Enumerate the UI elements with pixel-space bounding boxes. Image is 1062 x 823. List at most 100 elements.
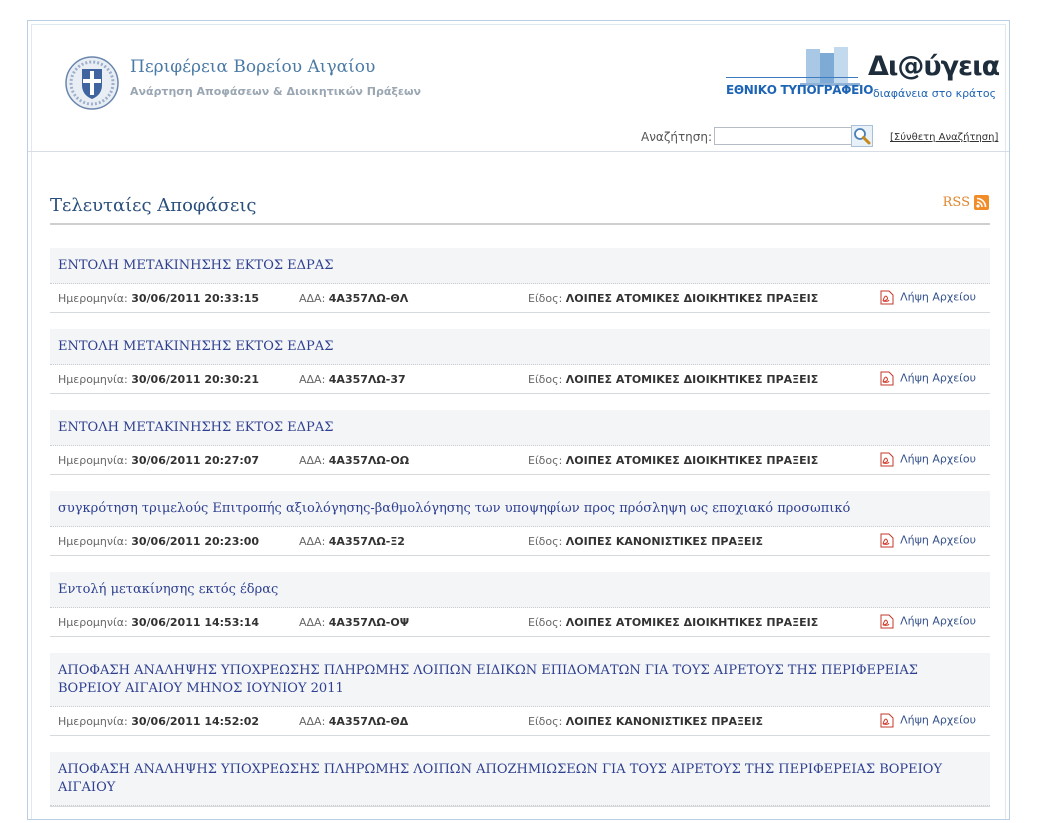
- site-header: Περιφέρεια Βορείου Αιγαίου Ανάρτηση Αποφ…: [28, 21, 1009, 152]
- decision-date: Ημερομηνία: 30/06/2011 20:27:07: [58, 454, 259, 467]
- download-file-link[interactable]: Λήψη Αρχείου: [880, 290, 976, 305]
- type-label: Είδος:: [528, 715, 563, 728]
- page-frame: Περιφέρεια Βορείου Αιγαίου Ανάρτηση Αποφ…: [27, 20, 1010, 820]
- rss-icon: [974, 195, 989, 210]
- ada-value: 4Α357ΛΩ-ΘΔ: [328, 715, 409, 728]
- decision-title-link[interactable]: ΕΝΤΟΛΗ ΜΕΤΑΚΙΝΗΣΗΣ ΕΚΤΟΣ ΕΔΡΑΣ: [50, 329, 990, 365]
- decision-title-link[interactable]: ΕΝΤΟΛΗ ΜΕΤΑΚΙΝΗΣΗΣ ΕΚΤΟΣ ΕΔΡΑΣ: [50, 248, 990, 284]
- national-printing-office-label: ΕΘΝΙΚΟ ΤΥΠΟΓΡΑΦΕΙΟ: [726, 83, 874, 97]
- type-value: ΛΟΙΠΕΣ ΑΤΟΜΙΚΕΣ ΔΙΟΙΚΗΤΙΚΕΣ ΠΡΑΞΕΙΣ: [565, 616, 819, 629]
- ada-value: 4Α357ΛΩ-37: [328, 373, 406, 386]
- decision-ada: ΑΔΑ: 4Α357ΛΩ-ΟΩ: [299, 454, 409, 467]
- date-value: 30/06/2011 20:23:00: [131, 535, 260, 548]
- decision-ada: ΑΔΑ: 4Α357ΛΩ-ΘΔ: [299, 715, 408, 728]
- decision-ada: ΑΔΑ: 4Α357ΛΩ-Ξ2: [299, 535, 405, 548]
- decision-item: ΕΝΤΟΛΗ ΜΕΤΑΚΙΝΗΣΗΣ ΕΚΤΟΣ ΕΔΡΑΣ Ημερομηνί…: [50, 248, 990, 313]
- ada-value: 4Α357ΛΩ-Ξ2: [328, 535, 405, 548]
- decision-ada: ΑΔΑ: 4Α357ΛΩ-ΘΛ: [299, 292, 408, 305]
- download-label: Λήψη Αρχείου: [900, 290, 976, 304]
- decision-item: ΑΠΟΦΑΣΗ ΑΝΑΛΗΨΗΣ ΥΠΟΧΡΕΩΣΗΣ ΠΛΗΡΩΜΗΣ ΛΟΙ…: [50, 752, 990, 807]
- search-input[interactable]: [714, 127, 856, 145]
- decision-date: Ημερομηνία: 30/06/2011 14:53:14: [58, 616, 259, 629]
- download-file-link[interactable]: Λήψη Αρχείου: [880, 614, 976, 629]
- type-label: Είδος:: [528, 454, 563, 467]
- rss-link[interactable]: RSS: [943, 195, 989, 210]
- decision-type: Είδος: ΛΟΙΠΕΣ ΑΤΟΜΙΚΕΣ ΔΙΟΙΚΗΤΙΚΕΣ ΠΡΑΞΕ…: [528, 373, 818, 386]
- download-label: Λήψη Αρχείου: [900, 452, 976, 466]
- ada-label: ΑΔΑ:: [299, 715, 326, 728]
- download-label: Λήψη Αρχείου: [900, 713, 976, 727]
- decision-item: Εντολή μετακίνησης εκτός έδρας Ημερομηνί…: [50, 572, 990, 637]
- date-label: Ημερομηνία:: [58, 373, 128, 386]
- ada-value: 4Α357ΛΩ-ΟΩ: [328, 454, 410, 467]
- pdf-icon: [880, 533, 894, 548]
- date-value: 30/06/2011 20:30:21: [131, 373, 260, 386]
- diavgeia-tagline: διαφάνεια στο κράτος: [873, 87, 997, 100]
- pdf-icon: [880, 371, 894, 386]
- ada-label: ΑΔΑ:: [299, 535, 326, 548]
- diavgeia-wordmark: Δι@ύγεια: [868, 51, 1000, 82]
- ada-value: 4Α357ΛΩ-ΟΨ: [328, 616, 410, 629]
- books-logo-icon: [800, 47, 860, 86]
- decision-type: Είδος: ΛΟΙΠΕΣ ΚΑΝΟΝΙΣΤΙΚΕΣ ΠΡΑΞΕΙΣ: [528, 535, 763, 548]
- decision-type: Είδος: ΛΟΙΠΕΣ ΑΤΟΜΙΚΕΣ ΔΙΟΙΚΗΤΙΚΕΣ ΠΡΑΞΕ…: [528, 616, 818, 629]
- pdf-icon: [880, 290, 894, 305]
- search-button[interactable]: [851, 125, 873, 147]
- decision-ada: ΑΔΑ: 4Α357ΛΩ-ΟΨ: [299, 616, 409, 629]
- decision-item: ΕΝΤΟΛΗ ΜΕΤΑΚΙΝΗΣΗΣ ΕΚΤΟΣ ΕΔΡΑΣ Ημερομηνί…: [50, 329, 990, 394]
- pdf-icon: [880, 452, 894, 467]
- decision-type: Είδος: ΛΟΙΠΕΣ ΑΤΟΜΙΚΕΣ ΔΙΟΙΚΗΤΙΚΕΣ ΠΡΑΞΕ…: [528, 292, 818, 305]
- decision-type: Είδος: ΛΟΙΠΕΣ ΑΤΟΜΙΚΕΣ ΔΙΟΙΚΗΤΙΚΕΣ ΠΡΑΞΕ…: [528, 454, 818, 467]
- decision-title-link[interactable]: ΑΠΟΦΑΣΗ ΑΝΑΛΗΨΗΣ ΥΠΟΧΡΕΩΣΗΣ ΠΛΗΡΩΜΗΣ ΛΟΙ…: [50, 653, 990, 707]
- type-value: ΛΟΙΠΕΣ ΑΤΟΜΙΚΕΣ ΔΙΟΙΚΗΤΙΚΕΣ ΠΡΑΞΕΙΣ: [565, 292, 819, 305]
- coat-of-arms-icon: [65, 56, 119, 110]
- search-label: Αναζήτηση:: [641, 130, 713, 144]
- decision-meta: Ημερομηνία: 30/06/2011 14:52:02 ΑΔΑ: 4Α3…: [50, 707, 990, 735]
- decision-meta: Ημερομηνία: 30/06/2011 20:23:00 ΑΔΑ: 4Α3…: [50, 527, 990, 555]
- decision-date: Ημερομηνία: 30/06/2011 14:52:02: [58, 715, 259, 728]
- date-value: 30/06/2011 14:52:02: [131, 715, 260, 728]
- decision-item: συγκρότηση τριμελούς Επιτροπής αξιολόγησ…: [50, 491, 990, 556]
- decision-type: Είδος: ΛΟΙΠΕΣ ΚΑΝΟΝΙΣΤΙΚΕΣ ΠΡΑΞΕΙΣ: [528, 715, 763, 728]
- site-title: Περιφέρεια Βορείου Αιγαίου: [130, 57, 376, 77]
- download-file-link[interactable]: Λήψη Αρχείου: [880, 452, 976, 467]
- decision-item: ΕΝΤΟΛΗ ΜΕΤΑΚΙΝΗΣΗΣ ΕΚΤΟΣ ΕΔΡΑΣ Ημερομηνί…: [50, 410, 990, 475]
- type-value: ΛΟΙΠΕΣ ΑΤΟΜΙΚΕΣ ΔΙΟΙΚΗΤΙΚΕΣ ΠΡΑΞΕΙΣ: [565, 454, 819, 467]
- date-value: 30/06/2011 20:33:15: [131, 292, 260, 305]
- type-label: Είδος:: [528, 616, 563, 629]
- logo-divider-line: [726, 77, 858, 78]
- decision-title-link[interactable]: συγκρότηση τριμελούς Επιτροπής αξιολόγησ…: [50, 491, 990, 527]
- ada-label: ΑΔΑ:: [299, 616, 326, 629]
- ada-label: ΑΔΑ:: [299, 454, 326, 467]
- date-label: Ημερομηνία:: [58, 454, 128, 467]
- decision-title-link[interactable]: ΑΠΟΦΑΣΗ ΑΝΑΛΗΨΗΣ ΥΠΟΧΡΕΩΣΗΣ ΠΛΗΡΩΜΗΣ ΛΟΙ…: [50, 752, 990, 806]
- download-file-link[interactable]: Λήψη Αρχείου: [880, 713, 976, 728]
- decision-title-link[interactable]: ΕΝΤΟΛΗ ΜΕΤΑΚΙΝΗΣΗΣ ΕΚΤΟΣ ΕΔΡΑΣ: [50, 410, 990, 446]
- decision-list: ΕΝΤΟΛΗ ΜΕΤΑΚΙΝΗΣΗΣ ΕΚΤΟΣ ΕΔΡΑΣ Ημερομηνί…: [50, 248, 990, 823]
- section-title: Τελευταίες Αποφάσεις: [50, 195, 257, 216]
- site-subtitle: Ανάρτηση Αποφάσεων & Διοικητικών Πράξεων: [130, 85, 422, 98]
- date-label: Ημερομηνία:: [58, 292, 128, 305]
- date-label: Ημερομηνία:: [58, 715, 128, 728]
- decision-ada: ΑΔΑ: 4Α357ΛΩ-37: [299, 373, 406, 386]
- decision-item: ΑΠΟΦΑΣΗ ΑΝΑΛΗΨΗΣ ΥΠΟΧΡΕΩΣΗΣ ΠΛΗΡΩΜΗΣ ΛΟΙ…: [50, 653, 990, 736]
- pdf-icon: [880, 614, 894, 629]
- download-file-link[interactable]: Λήψη Αρχείου: [880, 533, 976, 548]
- download-label: Λήψη Αρχείου: [900, 371, 976, 385]
- advanced-search-link[interactable]: [Σύνθετη Αναζήτηση]: [890, 132, 998, 143]
- date-label: Ημερομηνία:: [58, 535, 128, 548]
- download-label: Λήψη Αρχείου: [900, 533, 976, 547]
- decision-date: Ημερομηνία: 30/06/2011 20:30:21: [58, 373, 259, 386]
- date-value: 30/06/2011 14:53:14: [131, 616, 260, 629]
- date-label: Ημερομηνία:: [58, 616, 128, 629]
- decision-meta: Ημερομηνία: 30/06/2011 14:53:14 ΑΔΑ: 4Α3…: [50, 608, 990, 636]
- decision-meta: Ημερομηνία: 30/06/2011 20:33:15 ΑΔΑ: 4Α3…: [50, 284, 990, 312]
- diavgeia-logo[interactable]: ΕΘΝΙΚΟ ΤΥΠΟΓΡΑΦΕΙΟ Δι@ύγεια διαφάνεια στ…: [726, 47, 1000, 107]
- decision-meta: Ημερομηνία: 30/06/2011 20:30:21 ΑΔΑ: 4Α3…: [50, 365, 990, 393]
- date-value: 30/06/2011 20:27:07: [131, 454, 260, 467]
- decision-title-link[interactable]: Εντολή μετακίνησης εκτός έδρας: [50, 572, 990, 608]
- pdf-icon: [880, 713, 894, 728]
- decision-date: Ημερομηνία: 30/06/2011 20:33:15: [58, 292, 259, 305]
- download-file-link[interactable]: Λήψη Αρχείου: [880, 371, 976, 386]
- type-value: ΛΟΙΠΕΣ ΚΑΝΟΝΙΣΤΙΚΕΣ ΠΡΑΞΕΙΣ: [565, 535, 764, 548]
